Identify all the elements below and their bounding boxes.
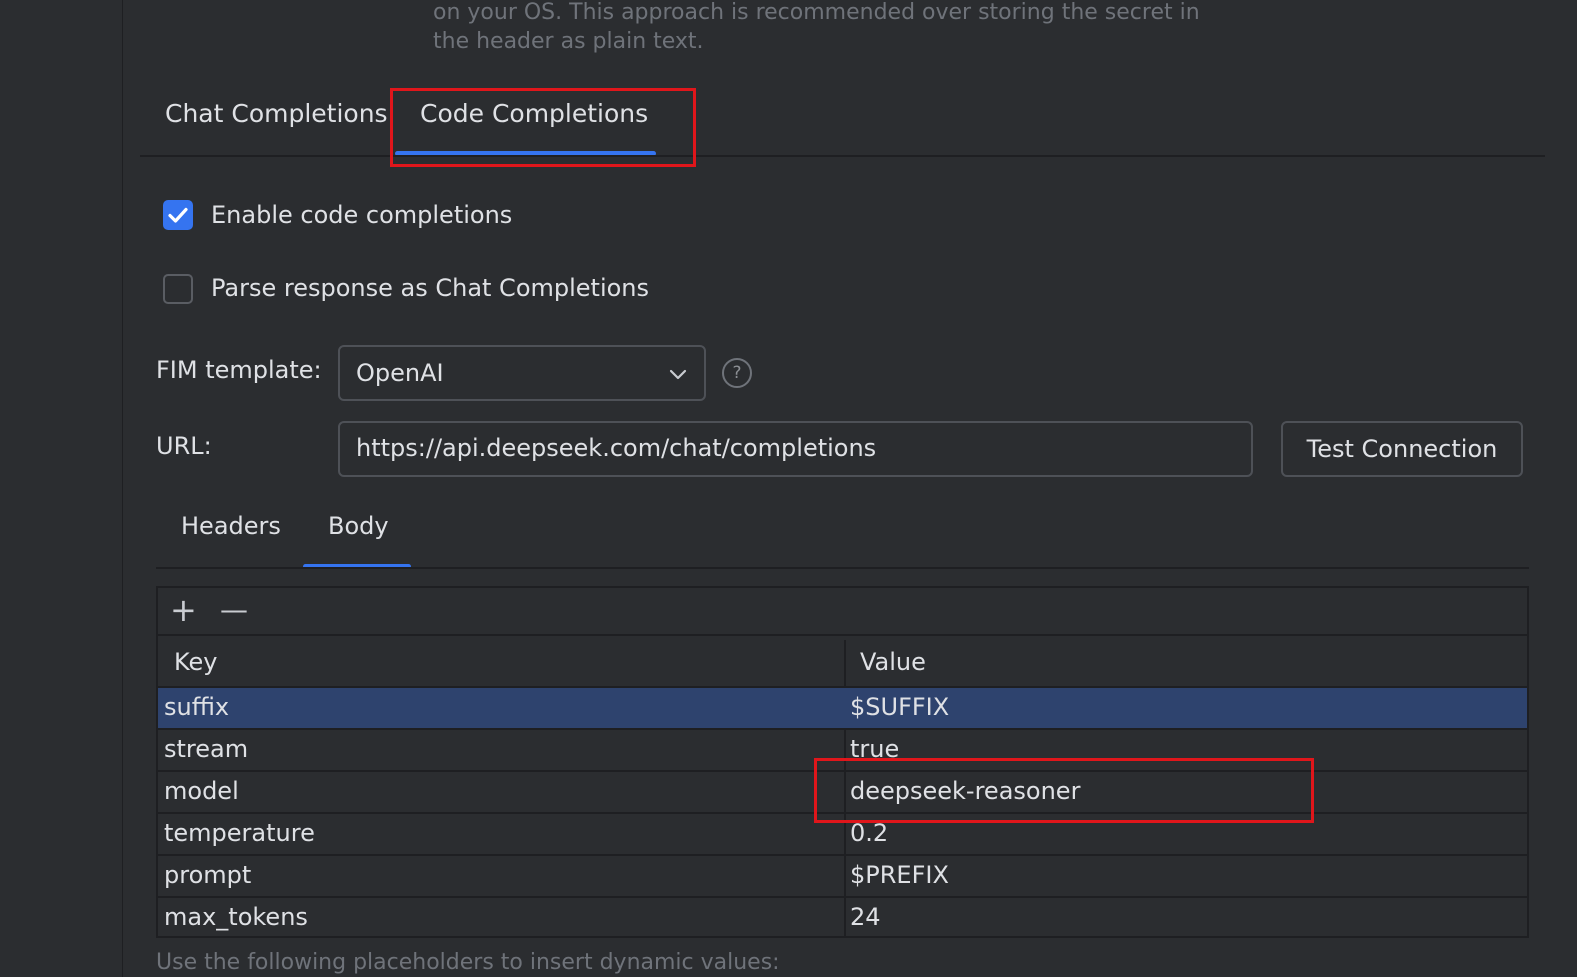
- cell-value[interactable]: $SUFFIX: [850, 693, 949, 721]
- left-gutter: [0, 0, 123, 977]
- url-input[interactable]: https://api.deepseek.com/chat/completion…: [338, 421, 1253, 477]
- checkmark-icon: [168, 207, 188, 223]
- intro-hint-line1: on your OS. This approach is recommended…: [433, 0, 1200, 25]
- remove-row-button[interactable]: —: [220, 594, 248, 626]
- parse-response-label: Parse response as Chat Completions: [211, 274, 650, 302]
- intro-hint-line2: the header as plain text.: [433, 29, 704, 54]
- highlight-box-model-value: [814, 758, 1314, 823]
- table-toolbar: + —: [158, 588, 1527, 636]
- tab-headers[interactable]: Headers: [181, 512, 281, 540]
- column-header-value[interactable]: Value: [860, 648, 926, 676]
- column-header-key[interactable]: Key: [174, 648, 218, 676]
- enable-code-completions-checkbox[interactable]: [163, 200, 193, 230]
- table-row[interactable]: max_tokens 24: [158, 898, 1527, 936]
- tab-chat-completions[interactable]: Chat Completions: [165, 99, 388, 128]
- cell-key[interactable]: temperature: [164, 819, 315, 847]
- cell-key[interactable]: suffix: [164, 693, 229, 721]
- test-connection-button[interactable]: Test Connection: [1281, 421, 1523, 477]
- cell-key[interactable]: prompt: [164, 861, 251, 889]
- cell-key[interactable]: stream: [164, 735, 248, 763]
- cell-key[interactable]: model: [164, 777, 239, 805]
- fim-template-label: FIM template:: [156, 356, 322, 384]
- placeholders-hint: Use the following placeholders to insert…: [156, 950, 780, 975]
- table-header: Key Value: [158, 636, 1527, 688]
- cell-key[interactable]: max_tokens: [164, 903, 308, 931]
- cell-value[interactable]: 24: [850, 903, 881, 931]
- url-value: https://api.deepseek.com/chat/completion…: [356, 434, 877, 462]
- highlight-box-code-completions: [390, 88, 696, 167]
- table-row[interactable]: prompt $PREFIX: [158, 856, 1527, 898]
- fim-template-value: OpenAI: [356, 359, 444, 387]
- cell-value[interactable]: 0.2: [850, 819, 888, 847]
- tab-body[interactable]: Body: [328, 512, 389, 540]
- cell-value[interactable]: $PREFIX: [850, 861, 949, 889]
- table-row[interactable]: suffix $SUFFIX: [158, 688, 1527, 730]
- enable-code-completions-label: Enable code completions: [211, 201, 513, 229]
- chevron-down-icon: [669, 369, 687, 380]
- help-icon[interactable]: ?: [722, 358, 752, 388]
- url-label: URL:: [156, 432, 212, 460]
- sub-tabs-divider: [156, 567, 1529, 569]
- fim-template-select[interactable]: OpenAI: [338, 345, 706, 401]
- parse-response-checkbox[interactable]: [163, 274, 193, 304]
- add-row-button[interactable]: +: [170, 594, 197, 626]
- main-tabs-divider: [140, 155, 1545, 157]
